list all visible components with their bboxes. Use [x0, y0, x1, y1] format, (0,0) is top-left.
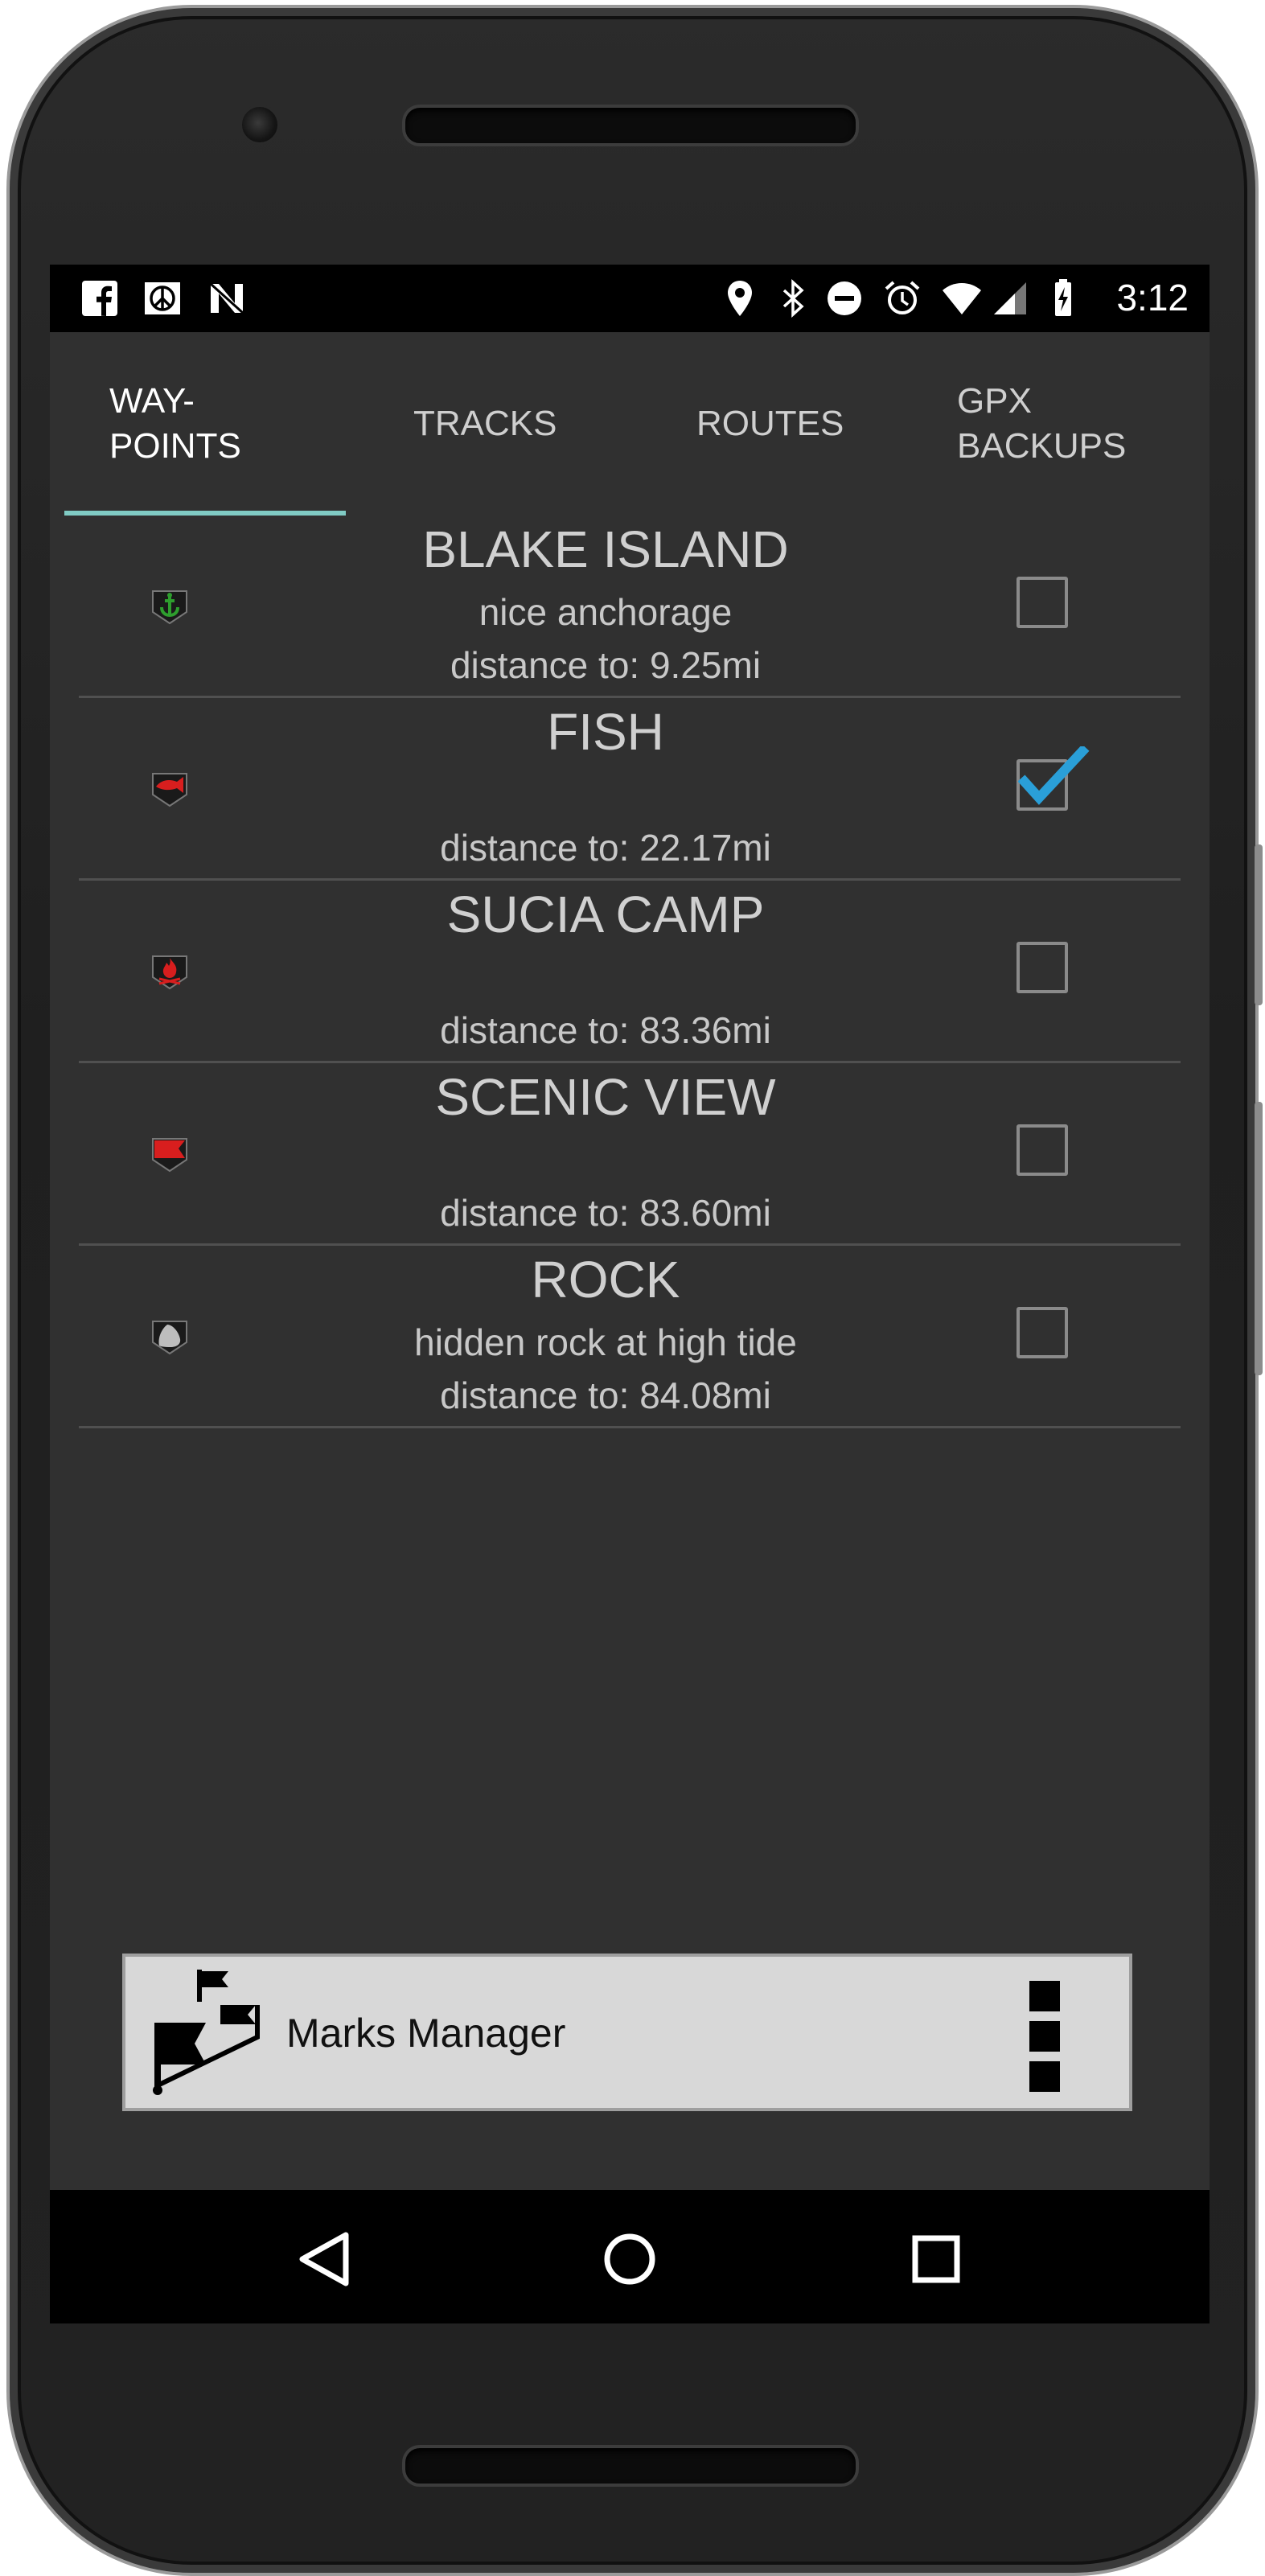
list-item[interactable]: SCENIC VIEW distance to: 83.60mi: [79, 1063, 1181, 1246]
list-item[interactable]: SUCIA CAMP distance to: 83.36mi: [79, 881, 1181, 1063]
wifi-icon: [943, 283, 981, 314]
waypoint-distance: distance to: 84.08mi: [440, 1374, 771, 1416]
bottom-speaker: [402, 2445, 859, 2487]
checkmark-icon: [1018, 746, 1090, 805]
waypoint-info: SCENIC VIEW distance to: 83.60mi: [288, 1063, 923, 1243]
fish-icon: [152, 773, 187, 807]
alarm-icon: [885, 281, 920, 314]
campfire-icon: [152, 955, 187, 990]
marks-manager-bar: Marks Manager: [122, 1954, 1132, 2111]
waypoint-title: SUCIA CAMP: [446, 885, 765, 943]
waypoint-info: FISH distance to: 22.17mi: [288, 698, 923, 878]
list-item[interactable]: FISH distance to: 22.17mi: [79, 698, 1181, 881]
location-icon: [728, 281, 752, 316]
waypoint-title: SCENIC VIEW: [435, 1068, 776, 1126]
flags-icon: [153, 1970, 260, 2095]
waypoint-list: BLAKE ISLAND nice anchorage distance to:…: [79, 516, 1181, 1428]
app-title: Marks Manager: [286, 2011, 566, 2056]
tab-label: GPX: [957, 381, 1032, 421]
tab-routes[interactable]: ROUTES: [696, 332, 844, 516]
waypoint-distance: distance to: 83.60mi: [440, 1192, 771, 1234]
waypoint-checkbox[interactable]: [1017, 942, 1068, 993]
waypoint-checkbox[interactable]: [1017, 577, 1068, 628]
flag-icon: [152, 1138, 187, 1173]
front-camera: [240, 105, 280, 145]
tab-gpx-backups[interactable]: GPX BACKUPS: [957, 332, 1126, 516]
waypoint-info: ROCK hidden rock at high tide distance t…: [288, 1246, 923, 1426]
status-bar: 3:12: [50, 265, 1210, 332]
back-icon[interactable]: [283, 2219, 363, 2299]
tab-label: BACKUPS: [957, 426, 1127, 466]
tab-tracks[interactable]: TRACKS: [413, 332, 557, 516]
waypoint-description: nice anchorage: [478, 591, 733, 633]
clock: 3:12: [1116, 277, 1189, 318]
tab-label: POINTS: [109, 426, 241, 466]
tab-label: ROUTES: [696, 404, 844, 443]
home-icon[interactable]: [589, 2219, 670, 2299]
tab-bar: WAY- POINTS TRACKS ROUTES GPX BACKUPS: [50, 332, 1210, 516]
waypoint-info: BLAKE ISLAND nice anchorage distance to:…: [288, 516, 923, 696]
waypoint-title: ROCK: [531, 1251, 680, 1309]
waypoint-checkbox[interactable]: [1017, 746, 1090, 811]
tab-label: TRACKS: [413, 404, 557, 443]
recents-icon[interactable]: [896, 2219, 976, 2299]
peace-icon: [145, 282, 180, 314]
rock-icon: [152, 1321, 187, 1355]
waypoint-distance: distance to: 83.36mi: [440, 1009, 771, 1051]
volume-button: [1255, 844, 1263, 1005]
tab-label: WAY-: [109, 381, 195, 421]
waypoint-info: SUCIA CAMP distance to: 83.36mi: [288, 881, 923, 1061]
waypoint-title: BLAKE ISLAND: [422, 520, 789, 578]
tab-waypoints[interactable]: WAY- POINTS: [109, 332, 241, 516]
battery-charging-icon: [1055, 279, 1071, 316]
power-button: [1255, 1102, 1263, 1375]
n-app-icon: [209, 282, 244, 314]
list-item[interactable]: ROCK hidden rock at high tide distance t…: [79, 1246, 1181, 1428]
waypoint-distance: distance to: 22.17mi: [440, 827, 771, 869]
waypoint-description: hidden rock at high tide: [414, 1321, 797, 1363]
cell-signal-icon: [994, 282, 1026, 314]
screen: 3:12 WAY- POINTS TRACKS ROUTES GPX BACKUPS: [50, 265, 1210, 2323]
waypoint-checkbox[interactable]: [1017, 1307, 1068, 1358]
phone-frame: 3:12 WAY- POINTS TRACKS ROUTES GPX BACKUPS: [0, 0, 1265, 2576]
waypoint-distance: distance to: 9.25mi: [450, 644, 762, 686]
navigation-bar: [50, 2190, 1210, 2323]
do-not-disturb-icon: [828, 281, 861, 315]
bluetooth-icon: [782, 279, 804, 318]
facebook-icon: [82, 281, 117, 316]
overflow-menu-icon[interactable]: [1029, 1981, 1063, 2093]
waypoint-checkbox[interactable]: [1017, 1124, 1068, 1176]
list-item[interactable]: BLAKE ISLAND nice anchorage distance to:…: [79, 516, 1181, 698]
top-speaker: [402, 105, 859, 146]
waypoint-title: FISH: [547, 703, 664, 761]
anchor-icon: [152, 590, 187, 625]
